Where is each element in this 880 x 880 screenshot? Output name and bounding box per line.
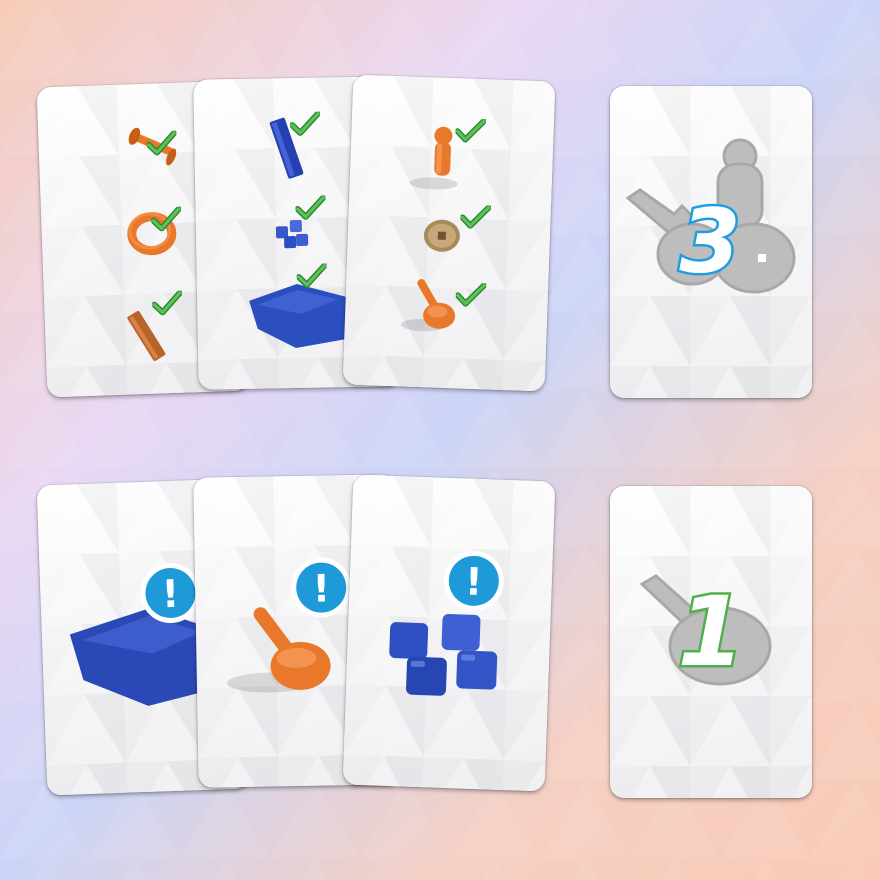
- spinning-top-icon: [400, 279, 456, 332]
- check-icon: [297, 198, 323, 217]
- check-icon: [292, 114, 318, 133]
- card-alert-3[interactable]: !: [342, 474, 556, 792]
- count-one: 1: [675, 574, 747, 691]
- ice-cubes-icon: [389, 613, 498, 696]
- check-icon: [457, 120, 484, 140]
- blue-bar-icon: [269, 117, 304, 179]
- pawn-icon: [409, 126, 458, 190]
- wooden-plank-icon: [127, 310, 166, 361]
- ice-cubes-icon: [275, 219, 309, 249]
- count-three: 3: [677, 188, 743, 296]
- ring-icon: [127, 212, 177, 256]
- blue-cloth-icon: [69, 607, 214, 706]
- svg-text:!: !: [464, 560, 483, 605]
- alert-badge: !: [291, 557, 352, 618]
- blue-cloth-icon: [249, 284, 348, 349]
- svg-text:!: !: [312, 566, 330, 610]
- coin-icon: [423, 219, 460, 252]
- counter-card-top: 3: [610, 86, 812, 398]
- card-found-3[interactable]: [342, 74, 556, 392]
- check-icon: [458, 284, 485, 304]
- counter-card-bottom: 1: [610, 486, 812, 798]
- svg-text:!: !: [161, 572, 180, 617]
- alert-badge: !: [443, 550, 504, 611]
- check-icon: [299, 266, 325, 285]
- check-icon: [462, 206, 489, 226]
- check-icon: [154, 293, 181, 313]
